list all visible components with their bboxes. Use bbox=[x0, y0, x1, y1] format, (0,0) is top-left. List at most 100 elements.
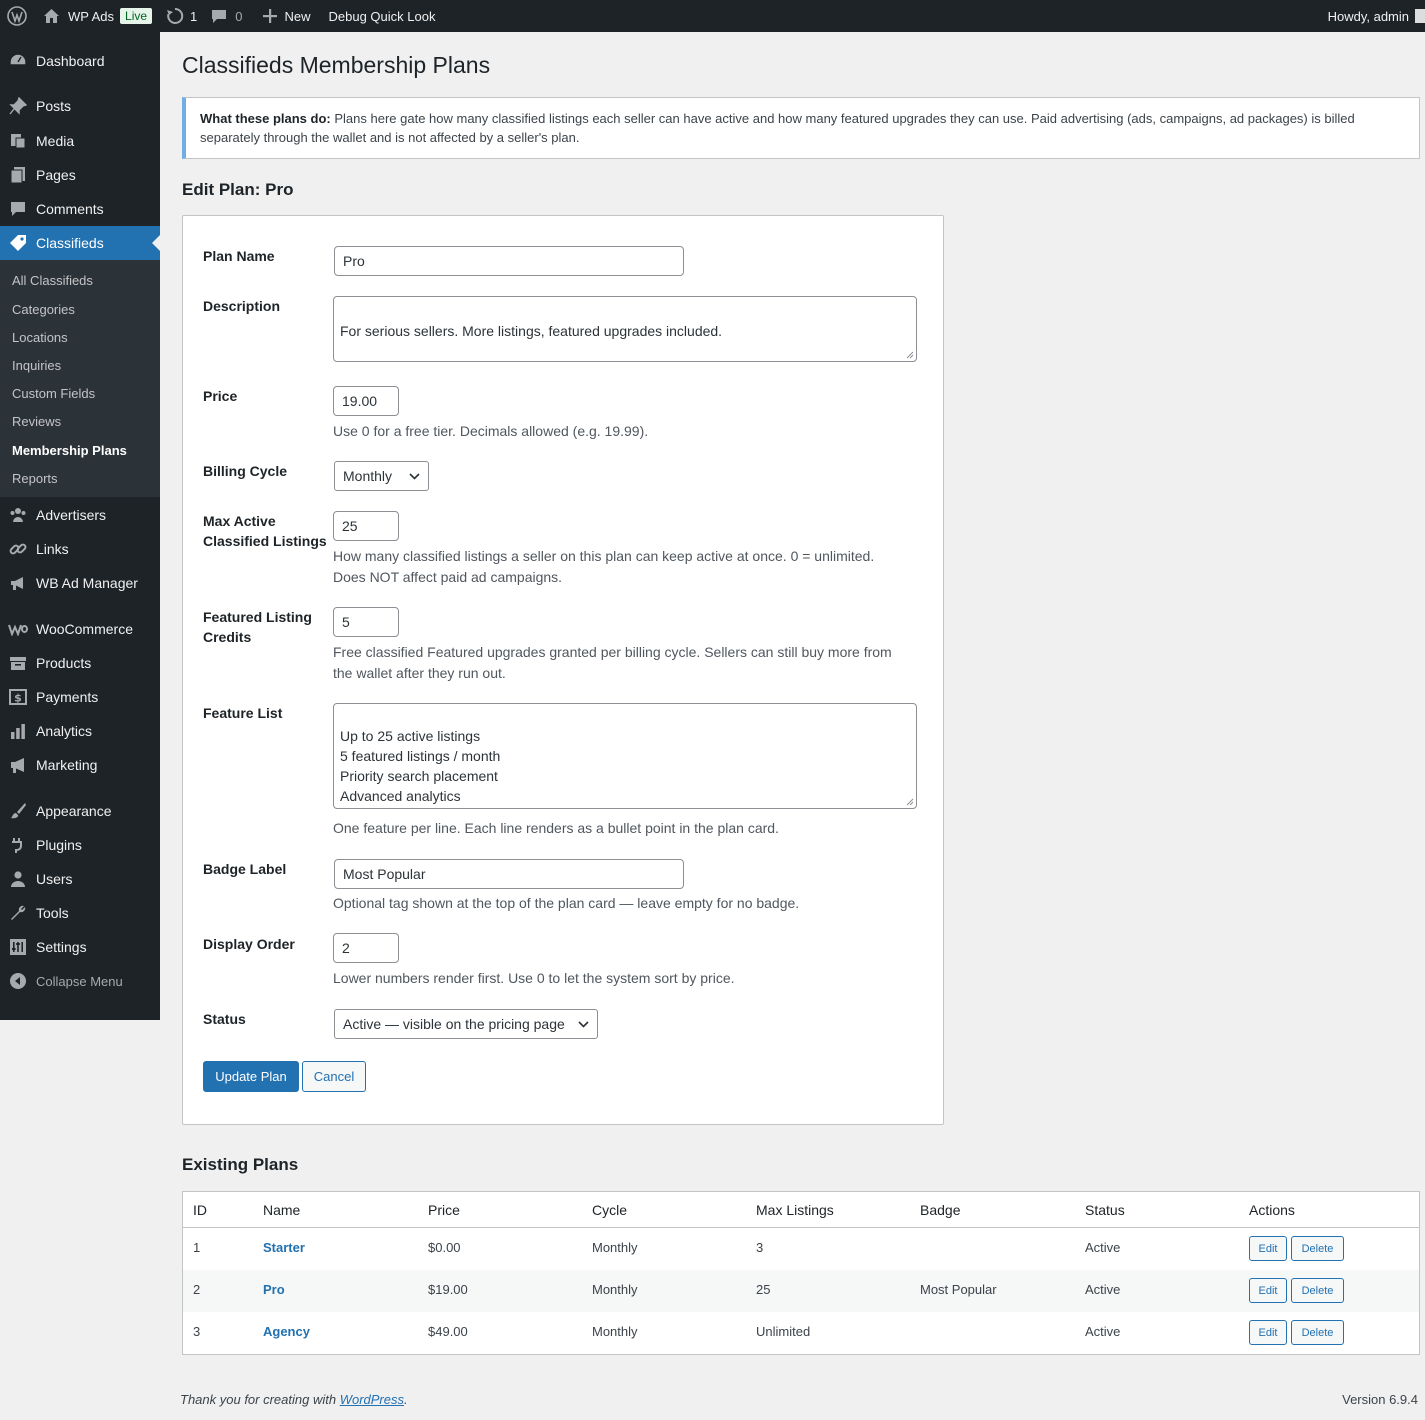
sidebar-item-label: Posts bbox=[36, 98, 72, 114]
badge-label-input[interactable]: Most Popular bbox=[334, 859, 684, 889]
sidebar-item-pages[interactable]: Pages bbox=[0, 158, 160, 192]
submenu-all-classifieds[interactable]: All Classifieds bbox=[12, 273, 93, 288]
sidebar-item-label: Appearance bbox=[36, 803, 112, 819]
cell-cycle: Monthly bbox=[592, 1324, 638, 1339]
sidebar-item-woocommerce[interactable]: WooCommerce bbox=[0, 612, 160, 646]
edit-plan-title: Edit Plan: Pro bbox=[182, 180, 294, 199]
resize-grip-icon[interactable] bbox=[906, 351, 914, 359]
feature-list-textarea[interactable]: Up to 25 active listings 5 featured list… bbox=[333, 703, 917, 809]
updates-link[interactable]: 1 bbox=[160, 0, 205, 32]
sidebar-item-plugins[interactable]: Plugins bbox=[0, 828, 160, 862]
info-notice: What these plans do: Plans here gate how… bbox=[182, 97, 1420, 159]
sidebar-item-appearance[interactable]: Appearance bbox=[0, 794, 160, 828]
admin-bar: WP Ads Live 1 0 New Debug Quick Look How… bbox=[0, 0, 1425, 32]
price-label: Price bbox=[203, 388, 238, 404]
sidebar-item-posts[interactable]: Posts bbox=[0, 89, 160, 123]
sidebar-item-products[interactable]: Products bbox=[0, 646, 160, 680]
account-menu[interactable]: Howdy, admin bbox=[1328, 0, 1425, 32]
submenu-reviews[interactable]: Reviews bbox=[12, 414, 61, 429]
debug-quick-look-link[interactable]: Debug Quick Look bbox=[319, 0, 444, 32]
sidebar-item-settings[interactable]: Settings bbox=[0, 930, 160, 964]
live-badge: Live bbox=[120, 8, 153, 24]
submenu-reports[interactable]: Reports bbox=[12, 471, 58, 486]
woocommerce-icon bbox=[0, 622, 36, 636]
plugin-icon bbox=[0, 836, 36, 854]
notice-bold: What these plans do: bbox=[200, 111, 331, 126]
status-label: Status bbox=[203, 1011, 246, 1027]
description-textarea[interactable]: For serious sellers. More listings, feat… bbox=[333, 296, 917, 362]
sidebar-item-classifieds[interactable]: Classifieds bbox=[0, 226, 160, 260]
badge-label-help: Optional tag shown at the top of the pla… bbox=[333, 895, 800, 911]
cancel-button[interactable]: Cancel bbox=[302, 1061, 366, 1092]
resize-grip-icon[interactable] bbox=[906, 798, 914, 806]
cell-status: Active bbox=[1085, 1282, 1121, 1297]
delete-button[interactable]: Delete bbox=[1291, 1320, 1344, 1345]
edit-button[interactable]: Edit bbox=[1249, 1236, 1287, 1261]
submenu-categories[interactable]: Categories bbox=[12, 302, 75, 317]
settings-sliders-icon bbox=[0, 938, 36, 956]
max-active-input[interactable]: 25 bbox=[333, 511, 399, 541]
megaphone-icon bbox=[0, 574, 36, 592]
status-select[interactable]: Active — visible on the pricing page bbox=[334, 1009, 598, 1039]
delete-button[interactable]: Delete bbox=[1291, 1278, 1344, 1303]
sidebar-item-comments[interactable]: Comments bbox=[0, 192, 160, 226]
sidebar-item-payments[interactable]: $ Payments bbox=[0, 680, 160, 714]
sidebar-item-dashboard[interactable]: Dashboard bbox=[0, 44, 160, 78]
featured-credits-label-line1: Featured Listing bbox=[203, 609, 312, 625]
billing-cycle-select[interactable]: Monthly bbox=[334, 461, 429, 491]
plan-name-link[interactable]: Starter bbox=[263, 1240, 305, 1255]
wordpress-link[interactable]: WordPress bbox=[340, 1392, 404, 1407]
sidebar-item-analytics[interactable]: Analytics bbox=[0, 714, 160, 748]
featured-credits-label: Featured Listing Credits bbox=[203, 607, 312, 647]
cell-price: $0.00 bbox=[428, 1240, 461, 1255]
footer-thanks: Thank you for creating with WordPress. bbox=[180, 1392, 408, 1407]
column-header-cycle: Cycle bbox=[592, 1202, 628, 1218]
plan-name-input[interactable]: Pro bbox=[334, 246, 684, 276]
display-order-input[interactable]: 2 bbox=[333, 933, 399, 963]
media-icon bbox=[0, 132, 36, 150]
sidebar-item-media[interactable]: Media bbox=[0, 124, 160, 158]
new-content-link[interactable]: New bbox=[251, 0, 319, 32]
notice-text: Plans here gate how many classified list… bbox=[200, 111, 1355, 145]
cell-price: $19.00 bbox=[428, 1282, 468, 1297]
link-icon bbox=[0, 540, 36, 558]
chevron-down-icon bbox=[578, 1020, 589, 1028]
debug-label: Debug Quick Look bbox=[328, 8, 436, 24]
price-input[interactable]: 19.00 bbox=[333, 386, 399, 416]
collapse-menu-button[interactable]: Collapse Menu bbox=[0, 964, 160, 998]
sidebar-item-advertisers[interactable]: Advertisers bbox=[0, 498, 160, 532]
table-header: ID Name Price Cycle Max Listings Badge S… bbox=[183, 1192, 1419, 1228]
home-icon bbox=[43, 8, 60, 24]
sidebar-item-tools[interactable]: Tools bbox=[0, 896, 160, 930]
featured-credits-input[interactable]: 5 bbox=[333, 607, 399, 637]
max-active-label-line2: Classified Listings bbox=[203, 533, 327, 549]
submenu-locations[interactable]: Locations bbox=[12, 330, 68, 345]
sidebar-item-wb-ad-manager[interactable]: WB Ad Manager bbox=[0, 566, 160, 600]
column-header-max-listings: Max Listings bbox=[756, 1202, 834, 1218]
sidebar-item-marketing[interactable]: Marketing bbox=[0, 748, 160, 782]
new-label: New bbox=[284, 8, 311, 24]
submenu-custom-fields[interactable]: Custom Fields bbox=[12, 386, 95, 401]
plan-name-link[interactable]: Pro bbox=[263, 1282, 285, 1297]
display-order-help: Lower numbers render first. Use 0 to let… bbox=[333, 970, 735, 986]
submenu-inquiries[interactable]: Inquiries bbox=[12, 358, 61, 373]
submenu-membership-plans[interactable]: Membership Plans bbox=[12, 443, 127, 458]
comments-link[interactable]: 0 bbox=[205, 0, 250, 32]
sidebar-item-links[interactable]: Links bbox=[0, 532, 160, 566]
featured-credits-help-line2: the wallet after they run out. bbox=[333, 665, 506, 681]
column-header-status: Status bbox=[1085, 1202, 1125, 1218]
edit-button[interactable]: Edit bbox=[1249, 1320, 1287, 1345]
wrench-icon bbox=[0, 904, 36, 922]
update-plan-button[interactable]: Update Plan bbox=[203, 1061, 299, 1092]
collapse-arrow-icon bbox=[0, 972, 36, 990]
sidebar-item-users[interactable]: Users bbox=[0, 862, 160, 896]
delete-button[interactable]: Delete bbox=[1291, 1236, 1344, 1261]
column-header-name: Name bbox=[263, 1202, 301, 1218]
edit-button[interactable]: Edit bbox=[1249, 1278, 1287, 1303]
sidebar-item-label: Comments bbox=[36, 201, 104, 217]
wordpress-logo-icon[interactable] bbox=[0, 0, 35, 32]
site-name-link[interactable]: WP Ads Live bbox=[35, 0, 160, 32]
sidebar-item-label: Pages bbox=[36, 167, 76, 183]
plan-name-link[interactable]: Agency bbox=[263, 1324, 310, 1339]
comments-icon bbox=[0, 200, 36, 218]
